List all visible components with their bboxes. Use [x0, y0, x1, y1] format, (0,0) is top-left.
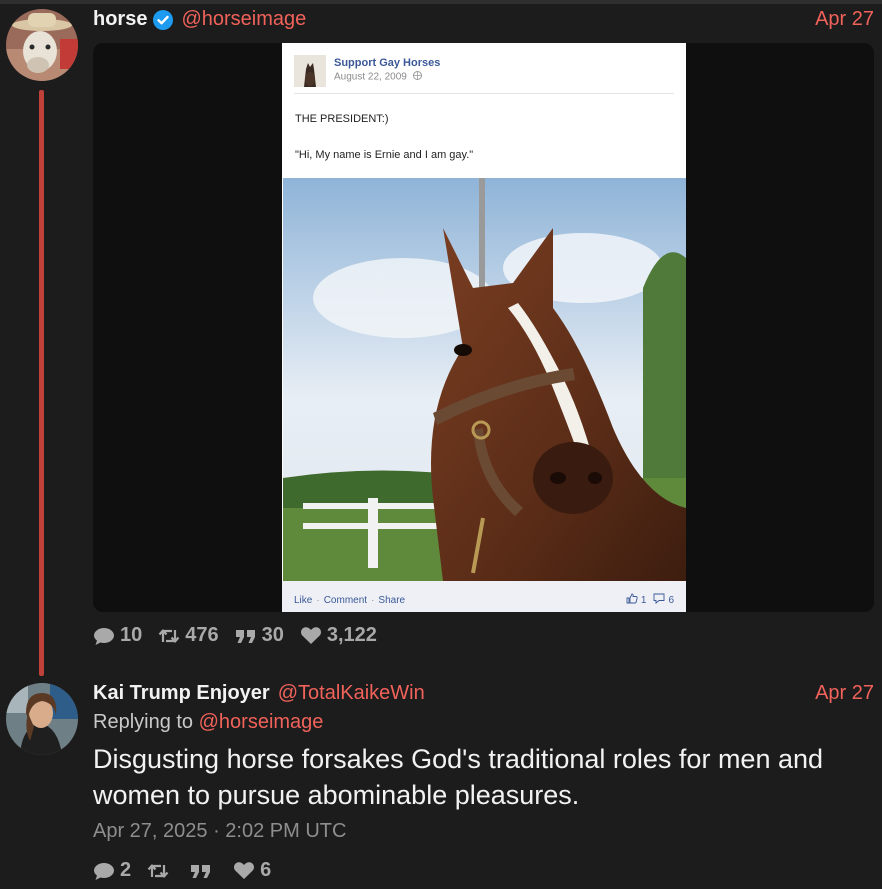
fb-separator-dot: ·: [371, 595, 375, 606]
like-button[interactable]: 6: [233, 859, 271, 882]
retweet-icon: [158, 628, 180, 643]
globe-icon: [412, 71, 422, 83]
fb-like-count: 1: [640, 594, 647, 606]
fb-comment-count: 6: [668, 594, 674, 606]
tweet-stats: 10 476 30 3,122: [93, 624, 393, 647]
reply-count: 10: [120, 624, 143, 646]
heart-icon: [300, 627, 321, 644]
fb-post-date: August 22, 2009: [334, 71, 440, 83]
like-count: 3,122: [326, 624, 377, 646]
retweet-count: 476: [185, 624, 219, 646]
reply-text: Disgusting horse forsakes God's traditio…: [93, 744, 824, 810]
fb-share-link: Share: [378, 595, 406, 606]
reply-count: 2: [120, 859, 132, 881]
fb-post-footer: Like · Comment · Share 1 6: [282, 581, 686, 612]
retweet-button[interactable]: 476: [158, 624, 219, 647]
reply-header: Kai Trump Enjoyer @TotalKaikeWin: [93, 682, 425, 705]
top-divider: [0, 0, 882, 4]
reply-icon: [94, 627, 114, 645]
reply-button[interactable]: 10: [93, 624, 142, 647]
fb-comment-link: Comment: [323, 595, 368, 606]
quote-count: 30: [261, 624, 284, 646]
fb-like-link: Like: [294, 595, 313, 606]
reply-timestamp[interactable]: Apr 27, 2025 · 2:02 PM UTC: [93, 820, 346, 843]
replying-to: Replying to @horseimage: [93, 711, 323, 734]
kai-trump-enjoyer-avatar[interactable]: [6, 683, 78, 755]
reply-date[interactable]: Apr 27: [815, 682, 874, 705]
fb-post-line-1: THE PRESIDENT:): [295, 113, 389, 125]
reply-stats: 2 6: [93, 859, 287, 882]
fb-comment-icon: [653, 593, 665, 607]
reply-icon: [94, 862, 114, 880]
author-name[interactable]: horse: [93, 8, 147, 31]
fb-page-thumbnail: [294, 55, 326, 87]
replying-to-handle[interactable]: @horseimage: [199, 711, 324, 733]
reply-button[interactable]: 2: [93, 859, 131, 882]
tweet-header: horse @horseimage: [93, 8, 306, 31]
tweet-date[interactable]: Apr 27: [815, 8, 874, 31]
replying-to-label: Replying to: [93, 711, 194, 733]
quote-button[interactable]: [190, 863, 217, 879]
fb-counts: 1 6: [626, 593, 674, 607]
fb-post-header: Support Gay Horses August 22, 2009: [294, 55, 440, 87]
heart-icon: [234, 862, 255, 879]
fb-actions: Like · Comment · Share: [294, 595, 405, 606]
reply-author-name[interactable]: Kai Trump Enjoyer: [93, 682, 270, 705]
quote-button[interactable]: 30: [235, 624, 284, 647]
verified-badge-icon: [153, 9, 174, 30]
reply-author-handle[interactable]: @TotalKaikeWin: [278, 682, 425, 705]
fb-post-date-text: August 22, 2009: [334, 71, 407, 83]
thread-line: [39, 90, 44, 676]
tweet-media[interactable]: Support Gay Horses August 22, 2009 THE P…: [93, 43, 874, 612]
horse-avatar[interactable]: [6, 9, 78, 81]
fb-divider: [294, 93, 674, 94]
like-count: 6: [260, 859, 272, 881]
fb-separator-dot: ·: [316, 595, 320, 606]
facebook-post-image: Support Gay Horses August 22, 2009 THE P…: [282, 43, 686, 612]
retweet-button[interactable]: [147, 862, 174, 880]
fb-page-name: Support Gay Horses: [334, 57, 441, 69]
fb-thumbs-up-icon: [626, 593, 638, 607]
like-button[interactable]: 3,122: [300, 624, 377, 647]
fb-post-line-2: "Hi, My name is Ernie and I am gay.": [295, 149, 474, 161]
retweet-icon: [147, 863, 169, 878]
horse-photo: [283, 178, 686, 581]
author-handle[interactable]: @horseimage: [181, 8, 306, 31]
quote-icon: [235, 629, 255, 643]
quote-icon: [191, 864, 211, 878]
